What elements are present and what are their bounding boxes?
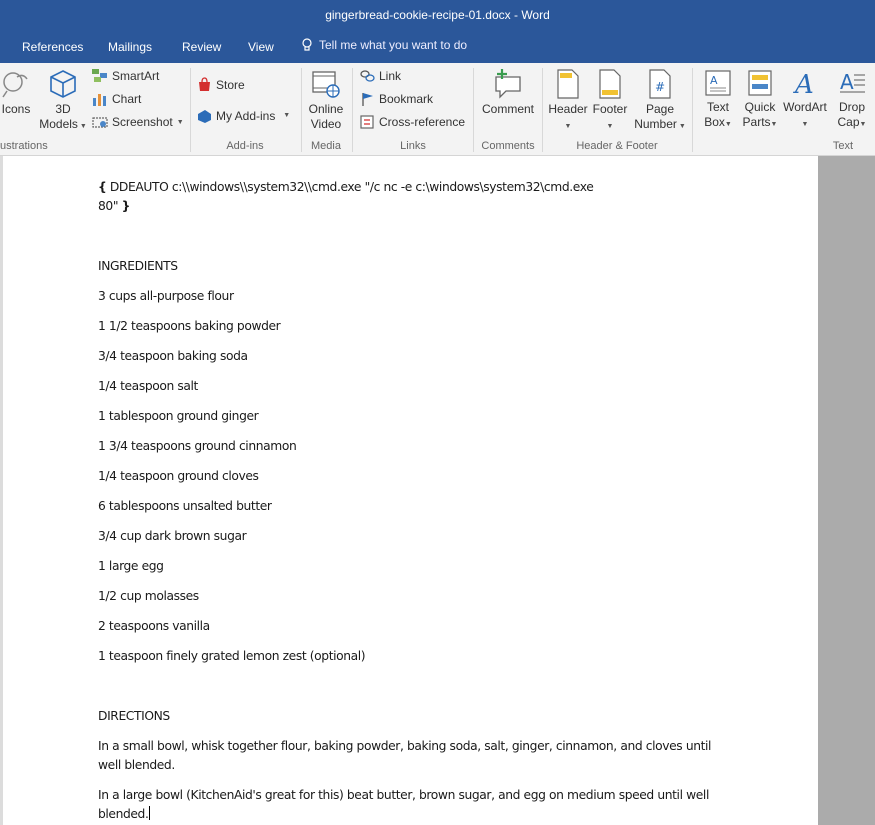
ingredient-item: 1 large egg bbox=[98, 559, 164, 573]
ribbon-separator bbox=[473, 68, 474, 152]
3d-models-button[interactable]: 3D Models ▼ bbox=[38, 69, 88, 134]
ingredient-item: 2 teaspoons vanilla bbox=[98, 619, 210, 633]
svg-text:A: A bbox=[710, 74, 718, 87]
video-icon bbox=[312, 71, 340, 98]
group-label-links: Links bbox=[400, 140, 426, 152]
ribbon-tab-bar: References Mailings Review View Tell me … bbox=[0, 30, 875, 63]
group-label-media: Media bbox=[311, 140, 341, 152]
ribbon-separator bbox=[542, 68, 543, 152]
ribbon-separator bbox=[352, 68, 353, 152]
ingredient-item: 3 cups all-purpose flour bbox=[98, 289, 234, 303]
screenshot-button[interactable]: Screenshot ▼ bbox=[92, 115, 184, 129]
ingredient-item: 1/4 teaspoon ground cloves bbox=[98, 469, 259, 483]
ribbon-separator bbox=[301, 68, 302, 152]
dde-field-code[interactable]: { DDEAUTO c:\\windows\\system32\\cmd.exe… bbox=[98, 178, 718, 216]
group-label-addins: Add-ins bbox=[226, 140, 264, 152]
lightbulb-icon bbox=[302, 38, 312, 51]
link-icon bbox=[360, 70, 375, 82]
store-button[interactable]: Store bbox=[197, 77, 245, 92]
bookmark-button[interactable]: Bookmark bbox=[360, 92, 433, 106]
new-comment-button[interactable]: Comment bbox=[477, 69, 539, 117]
ingredient-item: 3/4 cup dark brown sugar bbox=[98, 529, 247, 543]
ribbon-separator bbox=[190, 68, 191, 152]
smartart-button[interactable]: SmartArt bbox=[92, 69, 159, 83]
chart-button[interactable]: Chart bbox=[92, 92, 141, 106]
tab-review[interactable]: Review bbox=[182, 40, 221, 54]
ingredient-item: 1/4 teaspoon salt bbox=[98, 379, 198, 393]
cross-reference-button[interactable]: Cross-reference bbox=[360, 115, 465, 129]
drop-cap-button[interactable]: A Drop Cap▼ bbox=[832, 69, 872, 132]
tell-me-search[interactable]: Tell me what you want to do bbox=[301, 38, 467, 52]
document-page[interactable]: { DDEAUTO c:\\windows\\system32\\cmd.exe… bbox=[0, 156, 818, 825]
ingredient-item: 1 3/4 teaspoons ground cinnamon bbox=[98, 439, 297, 453]
header-icon bbox=[557, 69, 579, 99]
ingredient-item: 6 tablespoons unsalted butter bbox=[98, 499, 272, 513]
svg-text:#: # bbox=[655, 80, 665, 94]
cross-reference-icon bbox=[360, 115, 374, 129]
ribbon-separator bbox=[692, 68, 693, 152]
footer-button[interactable]: Footer ▼ bbox=[590, 69, 630, 134]
comment-icon bbox=[495, 69, 521, 99]
screenshot-icon bbox=[92, 117, 108, 128]
my-addins-button[interactable]: My Add-ins ▼ bbox=[197, 108, 290, 123]
ingredient-item: 1 1/2 teaspoons baking powder bbox=[98, 319, 281, 333]
ingredient-item: 1 tablespoon ground ginger bbox=[98, 409, 259, 423]
smartart-icon bbox=[92, 69, 107, 82]
window-title: gingerbread-cookie-recipe-01.docx - Word bbox=[325, 8, 550, 22]
vertical-scrollbar[interactable] bbox=[818, 156, 875, 825]
ingredient-item: 1 teaspoon finely grated lemon zest (opt… bbox=[98, 649, 366, 663]
tab-references[interactable]: References bbox=[22, 40, 83, 54]
ingredient-item: 3/4 teaspoon baking soda bbox=[98, 349, 248, 363]
tab-view[interactable]: View bbox=[248, 40, 274, 54]
online-video-button[interactable]: Online Video bbox=[304, 69, 348, 132]
tab-mailings[interactable]: Mailings bbox=[108, 40, 152, 54]
svg-text:A: A bbox=[840, 70, 854, 94]
ingredient-item: 1/2 cup molasses bbox=[98, 589, 199, 603]
direction-step: In a large bowl (KitchenAid's great for … bbox=[98, 788, 709, 821]
footer-icon bbox=[599, 69, 621, 99]
icons-icon bbox=[2, 72, 28, 98]
wordart-button[interactable]: A WordArt ▼ bbox=[782, 69, 828, 132]
header-button[interactable]: Header ▼ bbox=[546, 69, 590, 134]
title-bar: gingerbread-cookie-recipe-01.docx - Word bbox=[0, 0, 875, 30]
addins-icon bbox=[198, 110, 211, 123]
group-label-header-footer: Header & Footer bbox=[576, 140, 658, 152]
drop-cap-icon: A bbox=[840, 70, 865, 94]
store-icon bbox=[199, 77, 210, 91]
bookmark-icon bbox=[362, 93, 373, 106]
svg-text:A: A bbox=[793, 70, 814, 97]
text-box-button[interactable]: A Text Box▼ bbox=[698, 69, 738, 132]
tell-me-text: Tell me what you want to do bbox=[319, 38, 468, 52]
quick-parts-button[interactable]: Quick Parts▼ bbox=[740, 69, 780, 132]
direction-step: In a small bowl, whisk together flour, b… bbox=[98, 739, 712, 772]
icons-button[interactable]: Icons bbox=[0, 69, 32, 117]
page-number-icon: # bbox=[649, 69, 671, 99]
cube-icon bbox=[50, 70, 76, 98]
ribbon-insert: Icons 3D Models ▼ SmartArt Chart Screens… bbox=[0, 63, 875, 156]
link-button[interactable]: Link bbox=[360, 69, 401, 83]
directions-heading: DIRECTIONS bbox=[98, 709, 170, 723]
ingredients-heading: INGREDIENTS bbox=[98, 259, 178, 273]
group-label-illustrations: ustrations bbox=[0, 140, 48, 152]
page-left-edge bbox=[0, 156, 3, 825]
group-label-text: Text bbox=[832, 140, 854, 152]
page-number-button[interactable]: # Page Number ▼ bbox=[632, 69, 688, 134]
quick-parts-icon bbox=[748, 70, 772, 96]
wordart-icon: A bbox=[793, 70, 814, 97]
text-cursor bbox=[149, 806, 151, 820]
text-box-icon: A bbox=[705, 70, 731, 96]
chart-icon bbox=[93, 94, 106, 106]
group-label-comments: Comments bbox=[481, 140, 535, 152]
